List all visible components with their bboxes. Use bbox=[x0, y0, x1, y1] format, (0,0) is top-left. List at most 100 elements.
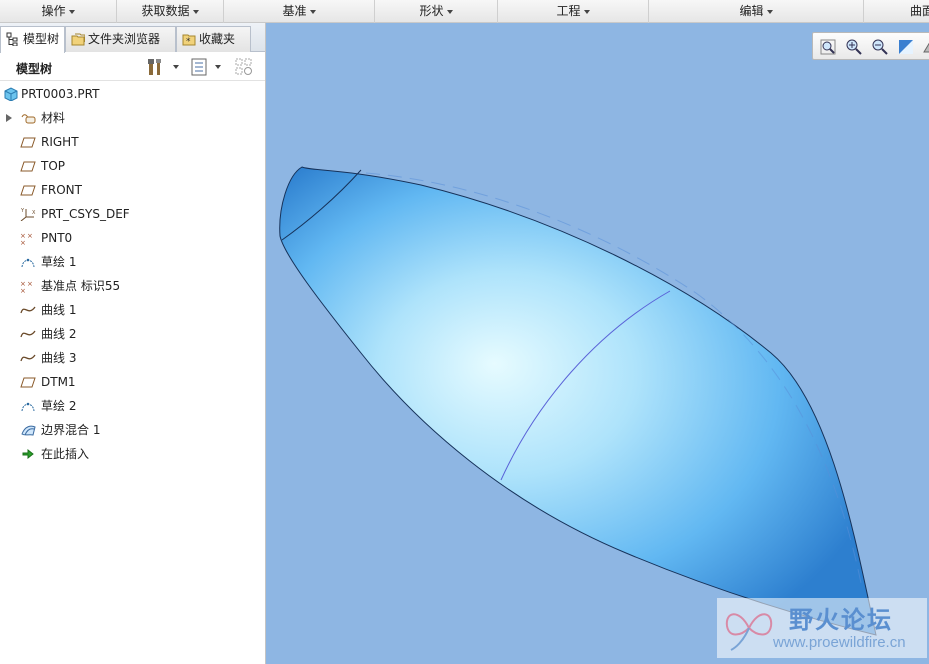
repaint-icon[interactable] bbox=[897, 38, 915, 56]
tree-item-label: TOP bbox=[41, 159, 66, 173]
menu-item-6[interactable]: 曲面 bbox=[864, 0, 929, 23]
model-tree-title: 模型树 bbox=[16, 62, 53, 76]
tree-item-label: PNT0 bbox=[41, 231, 73, 245]
orient-icon[interactable] bbox=[921, 38, 929, 56]
tree-item-label: 在此插入 bbox=[41, 447, 90, 461]
menu-item-2[interactable]: 基准 bbox=[224, 0, 375, 23]
tree-item[interactable]: 边界混合 1 bbox=[0, 419, 265, 441]
svg-text:X: X bbox=[32, 210, 36, 216]
tree-item[interactable]: Y X PRT_CSYS_DEF bbox=[0, 203, 265, 225]
tree-item[interactable]: FRONT bbox=[0, 179, 265, 201]
datum-plane-icon bbox=[20, 377, 36, 388]
tab-favorites[interactable]: * 收藏夹 bbox=[176, 26, 251, 52]
insert-here-arrow-icon bbox=[22, 448, 34, 460]
tree-item-label: DTM1 bbox=[41, 375, 76, 389]
tree-item-label: 曲线 1 bbox=[41, 303, 77, 317]
show-icon[interactable] bbox=[189, 57, 209, 77]
tree-item[interactable]: 材料 bbox=[0, 107, 265, 129]
chevron-down-icon bbox=[192, 9, 199, 14]
tree-item-label: PRT0003.PRT bbox=[21, 87, 100, 101]
watermark-logo-icon bbox=[725, 613, 773, 651]
tree-item[interactable]: PRT0003.PRT bbox=[0, 83, 265, 105]
datum-plane-icon bbox=[20, 161, 36, 172]
svg-text:×: × bbox=[27, 232, 33, 240]
watermark: 野火论坛 www.proewildfire.cn bbox=[717, 598, 927, 658]
3d-model-view[interactable] bbox=[266, 23, 929, 664]
tree-item[interactable]: DTM1 bbox=[0, 371, 265, 393]
datum-plane-icon bbox=[20, 137, 36, 148]
coordinate-system-icon: YX bbox=[20, 208, 36, 221]
curve-icon bbox=[20, 306, 36, 314]
menu-item-1[interactable]: 获取数据 bbox=[117, 0, 224, 23]
tree-item[interactable]: 曲线 3 bbox=[0, 347, 265, 369]
menu-item-label: 操作 bbox=[41, 4, 66, 18]
model-tree-icon bbox=[6, 32, 18, 46]
view-toolbar bbox=[812, 32, 929, 60]
curve-icon bbox=[20, 330, 36, 338]
tab-label: 模型树 bbox=[23, 32, 60, 46]
tree-item[interactable]: 在此插入 bbox=[0, 443, 265, 465]
menu-item-label: 编辑 bbox=[739, 4, 764, 18]
menu-item-0[interactable]: 操作 bbox=[0, 0, 117, 23]
boundary-blend-icon bbox=[21, 425, 36, 436]
boundary-blend-surface[interactable] bbox=[279, 166, 877, 636]
navigator-panel: 模型树 文件夹浏览器 * 收藏夹 模型树 PRT0003.PRT 材料 RIGHT TOP F… bbox=[0, 23, 266, 664]
watermark-title: 野火论坛 bbox=[789, 606, 893, 634]
show-dropdown-icon[interactable] bbox=[215, 65, 221, 69]
menu-item-label: 形状 bbox=[419, 4, 444, 18]
tree-item-label: 曲线 2 bbox=[41, 327, 77, 341]
chevron-down-icon bbox=[309, 9, 316, 14]
zoom-out-icon[interactable] bbox=[871, 38, 889, 56]
tab-label: 文件夹浏览器 bbox=[88, 32, 161, 46]
tab-folder-browser[interactable]: 文件夹浏览器 bbox=[65, 26, 176, 52]
tab-label: 收藏夹 bbox=[199, 32, 236, 46]
chevron-down-icon bbox=[68, 9, 75, 14]
svg-text:×: × bbox=[20, 287, 26, 293]
tree-item[interactable]: TOP bbox=[0, 155, 265, 177]
zoom-in-icon[interactable] bbox=[845, 38, 863, 56]
menu-item-5[interactable]: 编辑 bbox=[649, 0, 864, 23]
tree-item-label: 边界混合 1 bbox=[41, 423, 101, 437]
settings-dropdown-icon[interactable] bbox=[173, 65, 179, 69]
tree-item-label: 材料 bbox=[41, 111, 66, 125]
graphics-viewport[interactable]: 野火论坛 www.proewildfire.cn bbox=[266, 23, 929, 664]
model-tree-toolbar: 模型树 bbox=[0, 53, 265, 81]
tree-item[interactable]: RIGHT bbox=[0, 131, 265, 153]
chevron-down-icon bbox=[583, 9, 590, 14]
tree-item[interactable]: 曲线 1 bbox=[0, 299, 265, 321]
zoom-fit-icon[interactable] bbox=[819, 38, 837, 56]
sketch-icon bbox=[21, 258, 35, 268]
part-icon bbox=[4, 87, 18, 101]
tree-item-label: 基准点 标识55 bbox=[41, 279, 121, 293]
tree-item[interactable]: × × × PNT0 bbox=[0, 227, 265, 249]
svg-text:×: × bbox=[20, 239, 26, 245]
folder-browser-icon bbox=[71, 33, 85, 46]
expand-arrow-icon[interactable] bbox=[6, 114, 12, 122]
tree-item[interactable]: 曲线 2 bbox=[0, 323, 265, 345]
tree-item[interactable]: 草绘 1 bbox=[0, 251, 265, 273]
curve-icon bbox=[20, 354, 36, 362]
tree-item[interactable]: × × × 基准点 标识55 bbox=[0, 275, 265, 297]
menu-item-3[interactable]: 形状 bbox=[375, 0, 498, 23]
settings-icon[interactable] bbox=[146, 57, 166, 77]
menu-item-4[interactable]: 工程 bbox=[498, 0, 649, 23]
chevron-down-icon bbox=[446, 9, 453, 14]
tab-model-tree[interactable]: 模型树 bbox=[0, 26, 65, 53]
svg-text:Y: Y bbox=[20, 208, 25, 214]
svg-text:*: * bbox=[186, 37, 191, 46]
chevron-down-icon bbox=[766, 9, 773, 14]
tree-item-label: RIGHT bbox=[41, 135, 79, 149]
menu-item-label: 工程 bbox=[556, 4, 581, 18]
menu-item-label: 曲面 bbox=[910, 4, 929, 18]
tree-item-label: 曲线 3 bbox=[41, 351, 77, 365]
menu-item-label: 获取数据 bbox=[141, 4, 190, 18]
favorites-icon: * bbox=[182, 34, 196, 46]
material-icon bbox=[21, 114, 36, 124]
tree-item-label: 草绘 2 bbox=[41, 399, 77, 413]
datum-point-icon: × ×× bbox=[20, 280, 33, 293]
svg-text:×: × bbox=[27, 280, 33, 288]
tree-item-label: FRONT bbox=[41, 183, 82, 197]
navigator-tabs: 模型树 文件夹浏览器 * 收藏夹 bbox=[0, 23, 265, 53]
filter-icon[interactable] bbox=[234, 57, 254, 77]
tree-item[interactable]: 草绘 2 bbox=[0, 395, 265, 417]
